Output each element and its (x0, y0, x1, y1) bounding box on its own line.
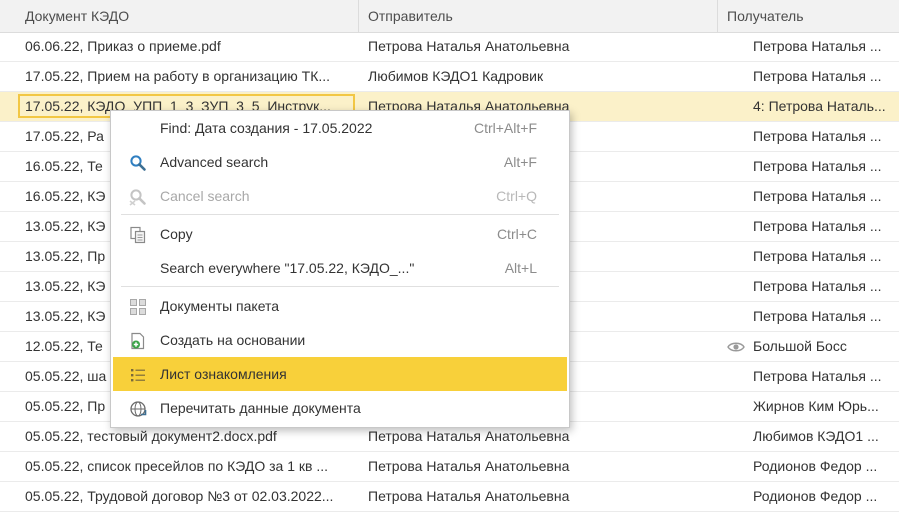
cell-recipient: Петрова Наталья ... (753, 368, 882, 384)
cell-sender: Любимов КЭДО1 Кадровик (368, 68, 544, 84)
grid-icon (130, 299, 146, 315)
cell-recipient: Петрова Наталья ... (753, 158, 882, 174)
menu-item-shortcut: Ctrl+C (496, 226, 537, 242)
cell-recipient: Большой Босс (753, 338, 847, 354)
cell-recipient: Любимов КЭДО1 ... (753, 428, 879, 444)
cell-recipient: Жирнов Ким Юрь... (753, 398, 879, 414)
cell-recipient: Петрова Наталья ... (753, 308, 882, 324)
column-divider[interactable] (358, 0, 359, 32)
column-divider[interactable] (717, 0, 718, 32)
menu-item-label: Copy (160, 226, 193, 242)
menu-separator (121, 214, 559, 215)
eye-icon (727, 342, 745, 352)
menu-item-create-based-on[interactable]: Создать на основании (111, 323, 569, 357)
cell-recipient: 4: Петрова Наталь... (753, 98, 886, 114)
table-header: Документ КЭДО Отправитель Получатель (0, 0, 899, 33)
cell-recipient: Петрова Наталья ... (753, 188, 882, 204)
context-menu: Find: Дата создания - 17.05.2022 Ctrl+Al… (110, 110, 570, 428)
menu-separator (121, 286, 559, 287)
cell-document: 05.05.22, список пресейлов по КЭДО за 1 … (25, 458, 328, 474)
menu-item-label: Advanced search (160, 154, 269, 170)
copy-icon (130, 226, 146, 244)
cell-sender: Петрова Наталья Анатольевна (368, 38, 570, 54)
menu-item-shortcut: Ctrl+Alt+F (473, 120, 537, 136)
table-row[interactable]: 06.06.22, Приказ о приеме.pdf Петрова На… (0, 32, 899, 62)
menu-item-package-documents[interactable]: Документы пакета (111, 289, 569, 323)
menu-item-label: Документы пакета (160, 298, 280, 314)
cell-recipient: Петрова Наталья ... (753, 248, 882, 264)
cancel-search-icon (129, 189, 146, 206)
cell-sender: Петрова Наталья Анатольевна (368, 458, 570, 474)
cell-document: 06.06.22, Приказ о приеме.pdf (25, 38, 221, 54)
cell-recipient: Петрова Наталья ... (753, 128, 882, 144)
menu-item-shortcut: Alt+L (504, 260, 537, 276)
menu-item-acknowledgement-sheet[interactable]: Лист ознакомления (113, 357, 567, 391)
cell-document: 17.05.22, Прием на работу в организацию … (25, 68, 331, 84)
magnifier-icon (130, 155, 146, 171)
cell-recipient: Петрова Наталья ... (753, 68, 882, 84)
list-icon (131, 369, 145, 382)
menu-item-shortcut: Alt+F (503, 154, 537, 170)
menu-item-label: Лист ознакомления (160, 366, 287, 382)
column-header-recipient[interactable]: Получатель (727, 0, 897, 32)
menu-item-label: Перечитать данные документа (160, 400, 361, 416)
menu-item-label: Cancel search (160, 188, 250, 204)
menu-item-copy[interactable]: Copy Ctrl+C (111, 217, 569, 251)
table-row[interactable]: 05.05.22, Трудовой договор №3 от 02.03.2… (0, 482, 899, 512)
table-row[interactable]: 05.05.22, список пресейлов по КЭДО за 1 … (0, 452, 899, 482)
menu-item-label: Search everywhere "17.05.22, КЭДО_..." (160, 260, 415, 276)
menu-item-search-everywhere[interactable]: Search everywhere "17.05.22, КЭДО_..." A… (111, 251, 569, 285)
menu-item-label: Find: Дата создания - 17.05.2022 (160, 120, 373, 136)
table-row[interactable]: 17.05.22, Прием на работу в организацию … (0, 62, 899, 92)
column-header-sender[interactable]: Отправитель (368, 0, 708, 32)
create-based-icon (131, 332, 145, 350)
menu-item-cancel-search[interactable]: Cancel search Ctrl+Q (111, 179, 569, 213)
menu-item-reread-document[interactable]: Перечитать данные документа (111, 391, 569, 425)
cell-recipient: Родионов Федор ... (753, 458, 878, 474)
menu-item-find[interactable]: Find: Дата создания - 17.05.2022 Ctrl+Al… (111, 111, 569, 145)
cell-recipient: Родионов Федор ... (753, 488, 878, 504)
cell-recipient: Петрова Наталья ... (753, 218, 882, 234)
menu-item-advanced-search[interactable]: Advanced search Alt+F (111, 145, 569, 179)
menu-item-label: Создать на основании (160, 332, 306, 348)
menu-item-shortcut: Ctrl+Q (496, 188, 537, 204)
cell-recipient: Петрова Наталья ... (753, 38, 882, 54)
cell-document: 05.05.22, Трудовой договор №3 от 02.03.2… (25, 488, 334, 504)
column-header-document[interactable]: Документ КЭДО (25, 0, 355, 32)
cell-sender: Петрова Наталья Анатольевна (368, 488, 570, 504)
refresh-globe-icon (130, 401, 147, 417)
cell-recipient: Петрова Наталья ... (753, 278, 882, 294)
